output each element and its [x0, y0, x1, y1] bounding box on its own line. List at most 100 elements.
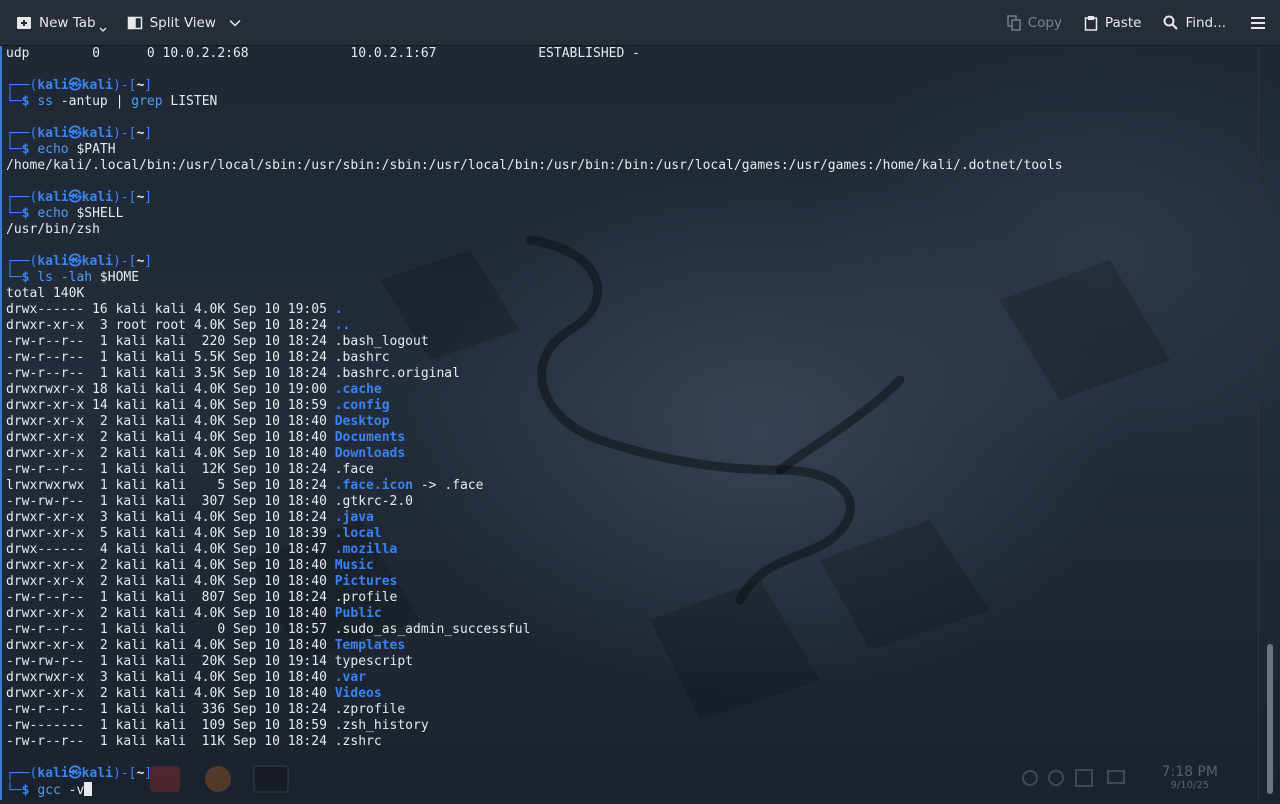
- output-line: /usr/bin/zsh: [6, 222, 100, 237]
- prompt-at: ㉿: [68, 254, 82, 269]
- command-args: $PATH: [68, 142, 116, 157]
- tray-icon: [1022, 770, 1038, 786]
- listing-name: .cache: [334, 382, 382, 397]
- prompt-user: kali: [37, 766, 69, 781]
- listing-row: drwxr-xr-x 2 kali kali 4.0K Sep 10 18:40…: [6, 430, 1063, 446]
- scrollbar[interactable]: [1258, 46, 1280, 800]
- new-tab-button[interactable]: New Tab: [0, 0, 115, 45]
- listing-meta: drwxr-xr-x 2 kali kali 4.0K Sep 10 18:40: [6, 414, 335, 429]
- listing-name: Pictures: [334, 574, 398, 589]
- listing-name: .face.icon: [334, 478, 414, 493]
- listing-row: -rw-r--r-- 1 kali kali 220 Sep 10 18:24 …: [6, 334, 1063, 350]
- hamburger-menu-button[interactable]: [1242, 0, 1280, 45]
- listing-row: drwxrwxr-x 18 kali kali 4.0K Sep 10 19:0…: [6, 382, 1063, 398]
- listing-meta: -rw-r--r-- 1 kali kali 11K Sep 10 18:24: [6, 734, 335, 749]
- listing-meta: drwxr-xr-x 3 kali kali 4.0K Sep 10 18:24: [6, 510, 335, 525]
- listing-name: .: [334, 302, 343, 317]
- listing-row: -rw-rw-r-- 1 kali kali 307 Sep 10 18:40 …: [6, 494, 1063, 510]
- prompt-line: ┌──(kali㉿kali)-[~]: [6, 78, 153, 93]
- listing-row: -rw-r--r-- 1 kali kali 12K Sep 10 18:24 …: [6, 462, 1063, 478]
- listing-name: .mozilla: [334, 542, 398, 557]
- scrollbar-thumb[interactable]: [1267, 644, 1273, 794]
- new-tab-label: New Tab: [39, 14, 96, 31]
- prompt-user: kali: [37, 254, 69, 269]
- listing-row: drwxr-xr-x 14 kali kali 4.0K Sep 10 18:5…: [6, 398, 1063, 414]
- listing-row: drwxr-xr-x 2 kali kali 4.0K Sep 10 18:40…: [6, 686, 1063, 702]
- listing-name: .face: [334, 462, 374, 477]
- listing-name: Downloads: [334, 446, 406, 461]
- listing-name: Videos: [334, 686, 382, 701]
- prompt-user: kali: [37, 126, 69, 141]
- listing-name: .bashrc: [334, 350, 390, 365]
- listing-row: drwxr-xr-x 3 kali kali 4.0K Sep 10 18:24…: [6, 510, 1063, 526]
- listing-name: .config: [334, 398, 390, 413]
- tray-clock[interactable]: 7:18 PM 9/10/25: [1162, 764, 1218, 791]
- listing-row: drwxr-xr-x 5 kali kali 4.0K Sep 10 18:39…: [6, 526, 1063, 542]
- listing-name: .bash_logout: [334, 334, 429, 349]
- listing-name: Desktop: [334, 414, 390, 429]
- output-line: udp 0 0 10.0.2.2:68 10.0.2.1:67 ESTABLIS…: [6, 46, 640, 61]
- app-icon: [150, 766, 180, 792]
- listing-row: -rw------- 1 kali kali 109 Sep 10 18:59 …: [6, 718, 1063, 734]
- listing-name: Templates: [334, 638, 406, 653]
- find-button[interactable]: Find...: [1155, 0, 1234, 45]
- prompt-at: ㉿: [68, 190, 82, 205]
- copy-label: Copy: [1027, 14, 1062, 31]
- prompt-host: kali: [81, 254, 113, 269]
- taskbar-ghost: [150, 760, 1260, 800]
- command-line: └─$ echo $SHELL: [6, 206, 124, 221]
- new-tab-dropdown-icon[interactable]: [99, 27, 107, 33]
- listing-name: Public: [334, 606, 382, 621]
- listing-name: .java: [334, 510, 374, 525]
- paste-button[interactable]: Paste: [1076, 0, 1149, 45]
- command-args: $SHELL: [68, 206, 124, 221]
- listing-name: .bashrc.original: [334, 366, 460, 381]
- listing-row: lrwxrwxrwx 1 kali kali 5 Sep 10 18:24 .f…: [6, 478, 1063, 494]
- command-args: -antup |: [52, 94, 132, 109]
- text-cursor: [84, 782, 93, 796]
- listing-link-target: -> .face: [413, 478, 484, 493]
- command-args: $HOME: [92, 270, 140, 285]
- chevron-down-icon[interactable]: [229, 19, 241, 27]
- split-view-button[interactable]: Split View: [119, 0, 249, 45]
- listing-name: ..: [334, 318, 351, 333]
- command-args: LISTEN: [162, 94, 218, 109]
- listing-row: -rw-r--r-- 1 kali kali 5.5K Sep 10 18:24…: [6, 350, 1063, 366]
- terminal-toolbar: New Tab Split View Copy Paste Find...: [0, 0, 1280, 46]
- listing-row: drwxr-xr-x 2 kali kali 4.0K Sep 10 18:40…: [6, 606, 1063, 622]
- listing-row: drwxr-xr-x 2 kali kali 4.0K Sep 10 18:40…: [6, 638, 1063, 654]
- listing-row: drwxr-xr-x 2 kali kali 4.0K Sep 10 18:40…: [6, 558, 1063, 574]
- listing-row: drwxr-xr-x 2 kali kali 4.0K Sep 10 18:40…: [6, 446, 1063, 462]
- prompt-line: ┌──(kali㉿kali)-[~]: [6, 190, 153, 205]
- clock-date: 9/10/25: [1170, 780, 1210, 791]
- listing-row: drwx------ 4 kali kali 4.0K Sep 10 18:47…: [6, 542, 1063, 558]
- command-name: grep: [131, 94, 163, 109]
- terminal-output[interactable]: udp 0 0 10.0.2.2:68 10.0.2.1:67 ESTABLIS…: [0, 46, 1260, 800]
- command-line: └─$ echo $PATH: [6, 142, 116, 157]
- output-line: /home/kali/.local/bin:/usr/local/sbin:/u…: [6, 158, 1063, 173]
- listing-meta: drwx------ 16 kali kali 4.0K Sep 10 19:0…: [6, 302, 335, 317]
- prompt-host: kali: [81, 766, 113, 781]
- listing-row: -rw-r--r-- 1 kali kali 3.5K Sep 10 18:24…: [6, 366, 1063, 382]
- listing-meta: drwxr-xr-x 5 kali kali 4.0K Sep 10 18:39: [6, 526, 335, 541]
- copy-button[interactable]: Copy: [999, 0, 1070, 45]
- firefox-icon: [205, 766, 231, 792]
- prompt-at: ㉿: [68, 126, 82, 141]
- command-name: ss: [37, 94, 53, 109]
- listing-meta: -rw-r--r-- 1 kali kali 12K Sep 10 18:24: [6, 462, 335, 477]
- listing-meta: -rw-r--r-- 1 kali kali 807 Sep 10 18:24: [6, 590, 335, 605]
- listing-meta: lrwxrwxrwx 1 kali kali 5 Sep 10 18:24: [6, 478, 335, 493]
- prompt-user: kali: [37, 78, 69, 93]
- listing-meta: -rw-r--r-- 1 kali kali 5.5K Sep 10 18:24: [6, 350, 335, 365]
- listing-meta: -rw-r--r-- 1 kali kali 3.5K Sep 10 18:24: [6, 366, 335, 381]
- listing-meta: -rw-rw-r-- 1 kali kali 20K Sep 10 19:14: [6, 654, 335, 669]
- prompt-host: kali: [81, 78, 113, 93]
- listing-name: .profile: [334, 590, 398, 605]
- command-args: -lah: [52, 270, 93, 285]
- new-tab-icon: [17, 16, 31, 29]
- terminal-icon: [253, 765, 289, 793]
- prompt-host: kali: [81, 126, 113, 141]
- command-name: ls: [37, 270, 53, 285]
- listing-name: .zprofile: [334, 702, 406, 717]
- listing-row: -rw-r--r-- 1 kali kali 11K Sep 10 18:24 …: [6, 734, 1063, 750]
